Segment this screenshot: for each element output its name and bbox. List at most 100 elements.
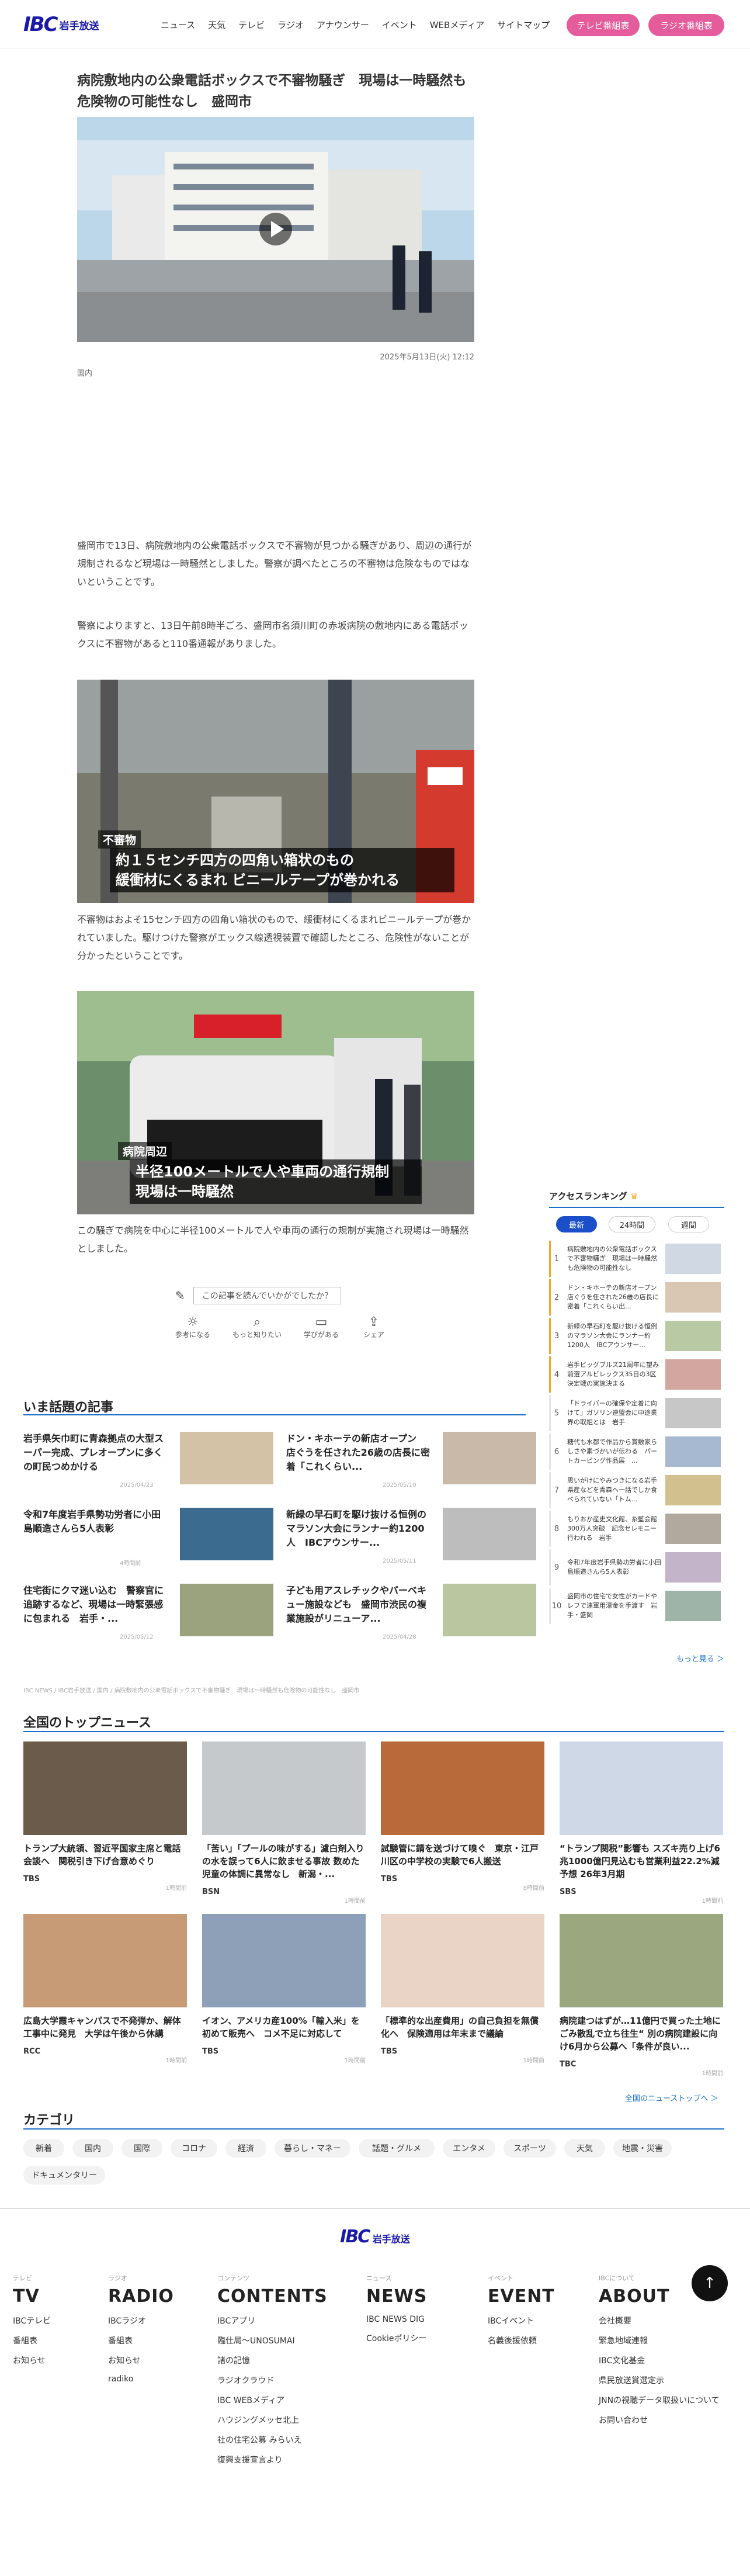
search-icon: ⌕	[253, 1315, 261, 1329]
nav-weather[interactable]: 天気	[208, 19, 225, 31]
footer-link[interactable]: 緊急地域連報	[599, 2335, 720, 2346]
hot-topic-item[interactable]: 岩手県矢巾町に青森拠点の大型スーパー完成、プレオープンに多くの町民つめかける 20…	[23, 1432, 273, 1490]
footer-link[interactable]: お知らせ	[108, 2355, 174, 2366]
footer-link[interactable]: 県民放送賞選定示	[599, 2374, 720, 2386]
feedback-useful[interactable]: ☼ 参考になる	[169, 1315, 216, 1356]
ranking-number: 8	[554, 1524, 560, 1533]
ranking-item[interactable]: 10 盛岡市の住宅で女性がカードやレフで連軍用漂金を手渡す 岩手・盛岡	[549, 1588, 724, 1624]
footer-link[interactable]: 会社概要	[599, 2315, 720, 2326]
top-news-card[interactable]: イオン、アメリカ産100%「輸入米」を初めて販売へ コメ不足に対応して TBS 1時…	[202, 1914, 366, 2064]
footer-link[interactable]: IBCテレビ	[13, 2315, 51, 2326]
category-chip[interactable]: ドキュメンタリー	[23, 2166, 105, 2184]
category-chip[interactable]: 天気	[564, 2139, 605, 2158]
hot-topic-item[interactable]: ドン・キホーテの新店オープン 店ぐうを任された26歳の店長に密着「これくらい..…	[286, 1432, 536, 1490]
top-news-card[interactable]: 「苦い」「プールの味がする」濾白剤入りの水を誤って6人に飲ませる事故 数めた児童…	[202, 1741, 366, 1905]
footer-link[interactable]: ラジオクラウド	[217, 2374, 328, 2386]
footer-link[interactable]: Cookieポリシー	[366, 2332, 427, 2344]
ranking-item[interactable]: 9 令和7年度岩手県勢功労者に小田島順造さんら5人表彰	[549, 1549, 724, 1585]
footer-link[interactable]: 番組表	[108, 2335, 174, 2346]
hot-topic-date: 4時間前	[120, 1560, 141, 1567]
category-chip[interactable]: 新着	[23, 2139, 64, 2158]
hot-topic-item[interactable]: 子ども用アスレチックやバーベキュー施設なども 盛岡市渋民の複業施設がリニューア.…	[286, 1584, 536, 1642]
footer-logo[interactable]: IBC 岩手放送	[0, 2227, 750, 2247]
footer-link[interactable]: 番組表	[13, 2335, 51, 2346]
radio-schedule-button[interactable]: ラジオ番組表	[648, 14, 724, 36]
ranking-item[interactable]: 4 岩手ビッグブルズ21周年に望み 前選アルビレックス35日の3区決定戦の実施決ま…	[549, 1356, 724, 1393]
nav-announcer[interactable]: アナウンサー	[317, 19, 369, 31]
hot-topic-thumbnail	[443, 1508, 536, 1560]
category-chip[interactable]: 国内	[72, 2139, 113, 2158]
ranking-item[interactable]: 2 ドン・キホーテの新店オープン 店ぐうを任された26歳の店長に密着「これくらい出…	[549, 1279, 724, 1315]
feedback-prompt: ✎ この記事を読んでいかがでしたか？	[175, 1286, 380, 1306]
ranking-item[interactable]: 3 新緑の早石町を駆け抜ける恒例のマラソン大会にランナー約1200人 IBCアウン…	[549, 1318, 724, 1354]
ranking-item[interactable]: 7 思いがけにやみつきになる岩手県産などを青森へ一話でしか食べられていない「トム.…	[549, 1472, 724, 1508]
ranking-item[interactable]: 6 糖代も水都で作品から賞敷家らしさや素づかいが伝わる パートカービング作品展 .…	[549, 1434, 724, 1470]
nav-webmedia[interactable]: WEBメディア	[430, 19, 485, 31]
nav-sitemap[interactable]: サイトマップ	[497, 19, 550, 31]
category-chip[interactable]: 経済	[225, 2139, 266, 2158]
ranking-item[interactable]: 5 「ドライバーの確保や定着に向けて」ガソリン連盟会に中途業界の取組とは 岩手	[549, 1395, 724, 1431]
footer-link[interactable]: IBC WEBメディア	[217, 2394, 328, 2406]
footer-link[interactable]: お知らせ	[13, 2355, 51, 2366]
feedback-more[interactable]: ⌕ もっと知りたい	[228, 1315, 286, 1356]
top-news-more-link[interactable]: 全国のニューストップへ ＞	[625, 2092, 718, 2103]
ranking-tab-weekly[interactable]: 週間	[668, 1216, 709, 1232]
nav-radio[interactable]: ラジオ	[277, 19, 304, 31]
footer-column-heading[interactable]: EVENT	[488, 2286, 555, 2307]
footer-column-heading[interactable]: ABOUT	[599, 2286, 720, 2307]
feedback-learn[interactable]: ▭ 学びがある	[298, 1315, 345, 1356]
footer-link[interactable]: IBCイベント	[488, 2315, 555, 2326]
footer-link[interactable]: JNNの視聴データ取扱いについて	[599, 2394, 720, 2406]
hot-topic-date: 2025/05/12	[120, 1634, 154, 1640]
footer-link[interactable]: IBCアプリ	[217, 2315, 328, 2326]
top-news-card[interactable]: 広島大学霞キャンパスで不発弾か、解体工事中に発見 大学は午後から休講 RCC 1時間…	[23, 1914, 187, 2064]
ranking-more-link[interactable]: もっと見る ＞	[676, 1653, 724, 1664]
ranking-number: 5	[554, 1408, 560, 1418]
footer-column-heading[interactable]: NEWS	[366, 2286, 427, 2307]
category-chip[interactable]: エンタメ	[443, 2139, 495, 2158]
ranking-item[interactable]: 8 もりおか産史文化館、糸藍会館300万人突破 記念セレモニー行われる 岩手	[549, 1511, 724, 1547]
footer-link[interactable]: IBCラジオ	[108, 2315, 174, 2326]
top-news-card[interactable]: トランプ大統領、習近平国家主席と電話会談へ 関税引き下げ合意めぐり TBS 1時間前	[23, 1741, 187, 1892]
footer-link[interactable]: radiko	[108, 2374, 174, 2384]
footer-column-label: IBCについて	[599, 2274, 635, 2282]
article-category[interactable]: 国内	[77, 367, 92, 378]
category-chip[interactable]: スポーツ	[504, 2139, 556, 2158]
site-logo[interactable]: IBC 岩手放送	[23, 13, 99, 36]
ranking-tab-latest[interactable]: 最新	[556, 1216, 597, 1232]
footer-column-heading[interactable]: CONTENTS	[217, 2286, 328, 2307]
footer-link[interactable]: 臨仕局〜UNOSUMAI	[217, 2335, 328, 2346]
feedback-share[interactable]: ⇪ シェア	[356, 1315, 391, 1356]
footer-link[interactable]: 復興支援宣言より	[217, 2454, 328, 2466]
nav-news[interactable]: ニュース	[161, 19, 195, 31]
ranking-tab-24h[interactable]: 24時間	[609, 1216, 655, 1232]
nav-event[interactable]: イベント	[382, 19, 417, 31]
footer-link[interactable]: 諸の記憶	[217, 2355, 328, 2366]
ranking-item-title: 盛岡市の住宅で女性がカードやレフで連軍用漂金を手渡す 岩手・盛岡	[567, 1592, 657, 1619]
footer-column-heading[interactable]: RADIO	[108, 2286, 174, 2307]
hot-topic-item[interactable]: 新緑の早石町を駆け抜ける恒例のマラソン大会にランナー約1200人 IBCアウンサ…	[286, 1508, 536, 1566]
category-chip[interactable]: コロナ	[171, 2139, 217, 2158]
category-chip[interactable]: 地震・災害	[613, 2139, 672, 2158]
top-news-card[interactable]: “トランプ関税”影響も スズキ売り上げ6兆1000億円見込むも営業利益22.2%…	[560, 1741, 723, 1905]
footer-link[interactable]: お問い合わせ	[599, 2414, 720, 2426]
nav-tv[interactable]: テレビ	[238, 19, 265, 31]
article-main-photo[interactable]	[77, 117, 474, 342]
hot-topic-item[interactable]: 住宅街にクマ迷い込む 警察官に追跡するなど、現場は一時緊張感に包まれる 岩手・.…	[23, 1584, 273, 1642]
footer-link[interactable]: IBC文化基金	[599, 2355, 720, 2366]
hot-topic-item[interactable]: 令和7年度岩手県勢功労者に小田島順造さんら5人表彰 4時間前	[23, 1508, 273, 1567]
top-news-card[interactable]: 試験管に錆を送づけて嗅ぐ 東京・江戸川区の中学校の実験で6人搬送 TBS 8時間前	[381, 1741, 544, 1892]
category-chip[interactable]: 暮らし・マネー	[275, 2139, 350, 2158]
top-news-card[interactable]: 「標準的な出産費用」の自己負担を無償化へ 保険適用は年末まで議論 TBS 1時間前	[381, 1914, 544, 2064]
footer-link[interactable]: 名義後援依頼	[488, 2335, 555, 2346]
category-chip[interactable]: 話題・グルメ	[359, 2139, 435, 2158]
footer-link[interactable]: 社の住宅公募 みらいえ	[217, 2434, 328, 2446]
footer-link[interactable]: ハウジングメッセ北上	[217, 2414, 328, 2426]
category-chip[interactable]: 国際	[121, 2139, 162, 2158]
footer-link[interactable]: IBC NEWS DIG	[366, 2315, 427, 2324]
top-news-thumbnail	[202, 1914, 366, 2007]
tv-schedule-button[interactable]: テレビ番組表	[567, 14, 640, 36]
top-news-card[interactable]: 病院建つはずが…11億円で買った土地にごみ散乱で立ち往生“ 別の病院建設に向け6…	[560, 1914, 723, 2077]
ranking-item[interactable]: 1 病院敷地内の公衆電話ボックスで不審物騒ぎ 現場は一時騒然も危険物の可能性なし	[549, 1241, 724, 1277]
footer-column-heading[interactable]: TV	[13, 2286, 51, 2307]
